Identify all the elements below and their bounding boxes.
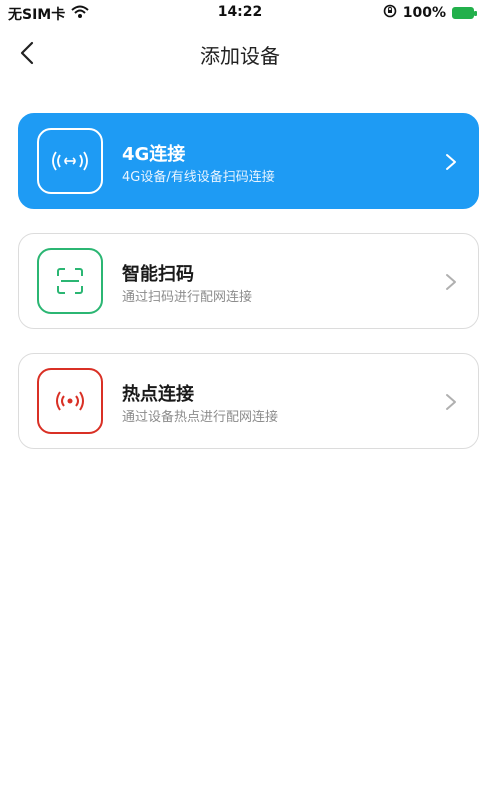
- hotspot-icon: [37, 368, 103, 434]
- scan-code-icon: [37, 248, 103, 314]
- option-title: 热点连接: [122, 384, 194, 405]
- chevron-right-icon: [446, 274, 456, 290]
- option-4g-connection[interactable]: 4G连接 4G设备/有线设备扫码连接: [18, 113, 479, 209]
- chevron-right-icon: [446, 154, 456, 170]
- status-right: 100%: [383, 4, 477, 22]
- option-subtitle: 通过设备热点进行配网连接: [122, 410, 279, 425]
- option-subtitle: 通过扫码进行配网连接: [122, 290, 253, 305]
- option-hotspot[interactable]: 热点连接 通过设备热点进行配网连接: [18, 353, 479, 449]
- option-title: 智能扫码: [122, 264, 194, 285]
- status-bar: 无SIM卡 14:22 100%: [0, 0, 480, 26]
- 4g-connection-icon: [37, 128, 103, 194]
- battery-icon: [452, 7, 477, 19]
- option-title: 4G连接: [122, 144, 186, 165]
- page-title: 添加设备: [200, 44, 280, 68]
- nav-bar: 添加设备: [0, 26, 480, 78]
- option-smart-scan[interactable]: 智能扫码 通过扫码进行配网连接: [18, 233, 479, 329]
- chevron-right-icon: [446, 394, 456, 410]
- orientation-lock-icon: [383, 4, 397, 22]
- battery-percent: 100%: [402, 5, 446, 21]
- connection-options: 4G连接 4G设备/有线设备扫码连接 智能扫码 通过扫码进行配网连接 热点连接 …: [18, 113, 479, 473]
- option-subtitle: 4G设备/有线设备扫码连接: [122, 170, 275, 185]
